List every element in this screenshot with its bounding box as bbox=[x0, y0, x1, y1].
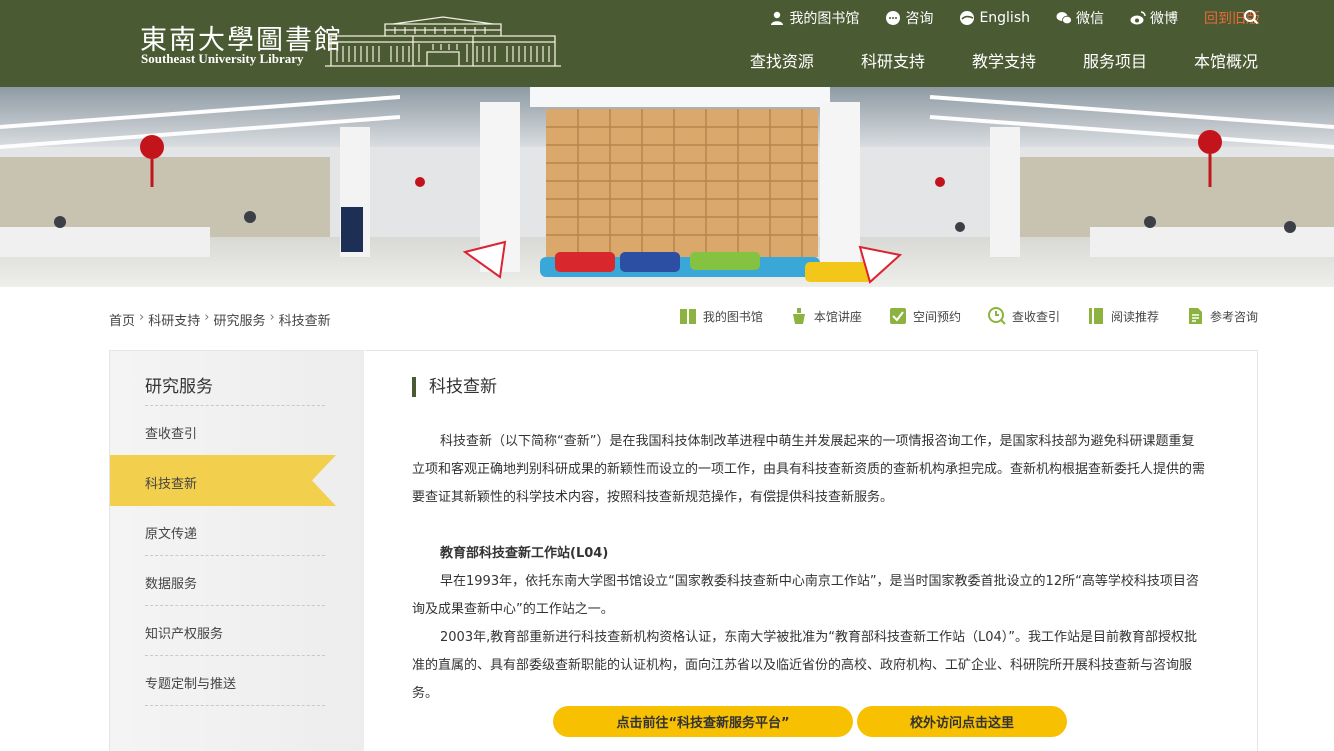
consult-label: 咨询 bbox=[905, 11, 934, 27]
weibo-icon bbox=[1130, 11, 1146, 25]
sidebar-title: 研究服务 bbox=[145, 377, 213, 397]
divider bbox=[145, 655, 325, 656]
wechat-label: 微信 bbox=[1076, 11, 1104, 27]
quick-citation-search[interactable]: 查收查引 bbox=[987, 306, 1060, 326]
quick-reference-consult[interactable]: 参考咨询 bbox=[1185, 306, 1258, 326]
sidebar-item-citation[interactable]: 查收查引 bbox=[145, 423, 197, 442]
sidebar-item-custom-push[interactable]: 专题定制与推送 bbox=[145, 673, 236, 692]
library-logo[interactable]: 東南大學圖書館 Southeast University Library bbox=[140, 14, 570, 70]
nav-about[interactable]: 本馆概况 bbox=[1194, 48, 1258, 72]
breadcrumb-home[interactable]: 首页 bbox=[109, 310, 135, 329]
consult-link[interactable]: 咨询 bbox=[885, 8, 933, 28]
breadcrumb-separator: › bbox=[139, 310, 145, 325]
quick-lectures-label: 本馆讲座 bbox=[813, 309, 862, 324]
quick-my-library[interactable]: 我的图书馆 bbox=[678, 306, 763, 326]
quick-links: 我的图书馆 本馆讲座 空间预约 查收查引 阅读推荐 参考咨询 bbox=[652, 306, 1258, 326]
english-link[interactable]: English bbox=[959, 10, 1030, 26]
intro-paragraph: 科技查新（以下简称“查新”）是在我国科技体制改革进程中萌生并发展起来的一项情报咨… bbox=[412, 434, 1206, 505]
breadcrumb-research-support[interactable]: 科研支持 bbox=[148, 310, 200, 329]
quick-citation-search-label: 查收查引 bbox=[1011, 309, 1060, 324]
nav-teaching-support[interactable]: 教学支持 bbox=[972, 48, 1036, 72]
clock-search-icon bbox=[987, 307, 1006, 325]
my-library-link[interactable]: 我的图书馆 bbox=[769, 8, 859, 28]
breadcrumb-separator: › bbox=[204, 310, 210, 325]
quick-lectures[interactable]: 本馆讲座 bbox=[789, 306, 862, 326]
top-utility-links: 我的图书馆 咨询 English 微信 微博 回到旧版 bbox=[743, 8, 1260, 28]
user-icon bbox=[771, 11, 784, 25]
reading-icon bbox=[1088, 308, 1103, 324]
quick-space-booking-label: 空间预约 bbox=[912, 309, 961, 324]
breadcrumb: 首页 › 科研支持 › 研究服务 › 科技查新 bbox=[109, 310, 335, 329]
my-library-label: 我的图书馆 bbox=[789, 11, 860, 27]
weibo-link[interactable]: 微博 bbox=[1130, 8, 1178, 28]
sidebar: 研究服务 查收查引 科技查新 原文传递 数据服务 知识产权服务 专题定制与推送 bbox=[109, 350, 364, 751]
section-heading: 教育部科技查新工作站(L04) bbox=[440, 546, 609, 561]
logo-english-name: Southeast University Library bbox=[141, 51, 304, 66]
lecture-icon bbox=[792, 308, 805, 324]
novelty-platform-button[interactable]: 点击前往“科技查新服务平台” bbox=[553, 706, 853, 737]
divider bbox=[145, 705, 325, 706]
wechat-link[interactable]: 微信 bbox=[1056, 8, 1104, 28]
sidebar-item-novelty-search[interactable]: 科技查新 bbox=[145, 473, 197, 492]
sidebar-item-ip-services[interactable]: 知识产权服务 bbox=[145, 623, 223, 642]
quick-reading-recommend-label: 阅读推荐 bbox=[1110, 309, 1159, 324]
breadcrumb-separator: › bbox=[269, 310, 275, 325]
nav-services[interactable]: 服务项目 bbox=[1083, 48, 1147, 72]
book-icon bbox=[679, 309, 696, 324]
sidebar-item-document-delivery[interactable]: 原文传递 bbox=[145, 523, 197, 542]
document-icon bbox=[1188, 308, 1202, 324]
divider bbox=[145, 555, 325, 556]
page-title: 科技查新 bbox=[412, 377, 497, 397]
weibo-label: 微博 bbox=[1150, 11, 1178, 27]
nav-find-resources[interactable]: 查找资源 bbox=[750, 48, 814, 72]
off-campus-access-button[interactable]: 校外访问点击这里 bbox=[857, 706, 1067, 737]
checkbox-icon bbox=[889, 308, 906, 324]
main-navigation: 查找资源 科研支持 教学支持 服务项目 本馆概况 bbox=[703, 48, 1258, 72]
history-paragraph: 早在1993年，依托东南大学图书馆设立“国家教委科技查新中心南京工作站”，是当时… bbox=[412, 574, 1199, 617]
quick-space-booking[interactable]: 空间预约 bbox=[888, 306, 961, 326]
globe-icon bbox=[960, 11, 975, 25]
english-label: English bbox=[979, 10, 1030, 26]
divider bbox=[145, 405, 325, 406]
breadcrumb-research-services[interactable]: 研究服务 bbox=[213, 310, 265, 329]
quick-reference-consult-label: 参考咨询 bbox=[1209, 309, 1258, 324]
active-item-highlight bbox=[110, 455, 336, 506]
library-interior-banner bbox=[0, 87, 1334, 287]
main-content: 科技查新 科技查新（以下简称“查新”）是在我国科技体制改革进程中萌生并发展起来的… bbox=[365, 350, 1258, 751]
nav-research-support[interactable]: 科研支持 bbox=[861, 48, 925, 72]
site-header: 東南大學圖書館 Southeast University Library 我的图… bbox=[0, 0, 1334, 87]
sidebar-item-data-services[interactable]: 数据服务 bbox=[145, 573, 197, 592]
breadcrumb-current: 科技查新 bbox=[278, 314, 331, 329]
wechat-icon bbox=[1056, 12, 1072, 25]
chat-icon bbox=[886, 11, 901, 25]
divider bbox=[145, 605, 325, 606]
library-building-icon bbox=[325, 16, 561, 67]
quick-reading-recommend[interactable]: 阅读推荐 bbox=[1086, 306, 1159, 326]
search-icon[interactable] bbox=[1243, 9, 1259, 25]
quick-my-library-label: 我的图书馆 bbox=[702, 309, 763, 324]
accreditation-paragraph: 2003年,教育部重新进行科技查新机构资格认证，东南大学被批准为“教育部科技查新… bbox=[412, 630, 1197, 701]
